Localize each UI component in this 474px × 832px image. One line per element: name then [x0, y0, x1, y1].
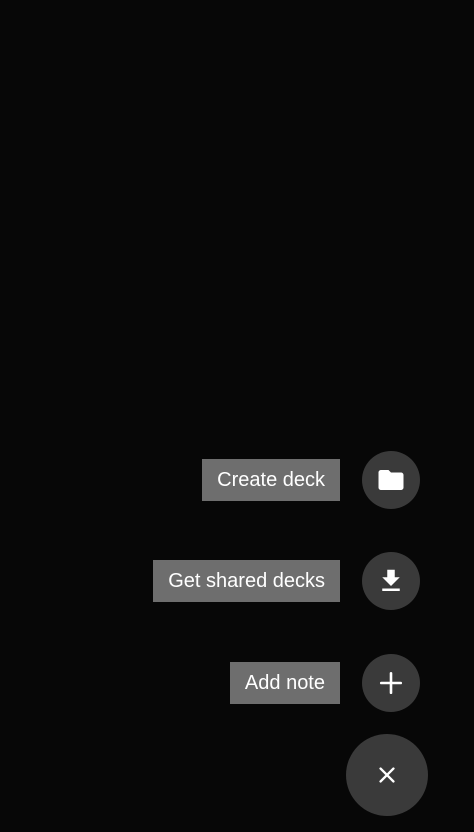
close-fab-button[interactable] [346, 734, 428, 816]
close-icon [379, 767, 395, 783]
add-note-label[interactable]: Add note [229, 662, 340, 704]
get-shared-decks-button[interactable] [362, 552, 420, 610]
add-note-button[interactable] [362, 654, 420, 712]
get-shared-decks-label[interactable]: Get shared decks [153, 560, 340, 602]
create-deck-label[interactable]: Create deck [202, 459, 340, 501]
folder-icon [378, 470, 404, 490]
create-deck-button[interactable] [362, 451, 420, 509]
download-icon [382, 569, 400, 591]
plus-icon [379, 671, 403, 695]
